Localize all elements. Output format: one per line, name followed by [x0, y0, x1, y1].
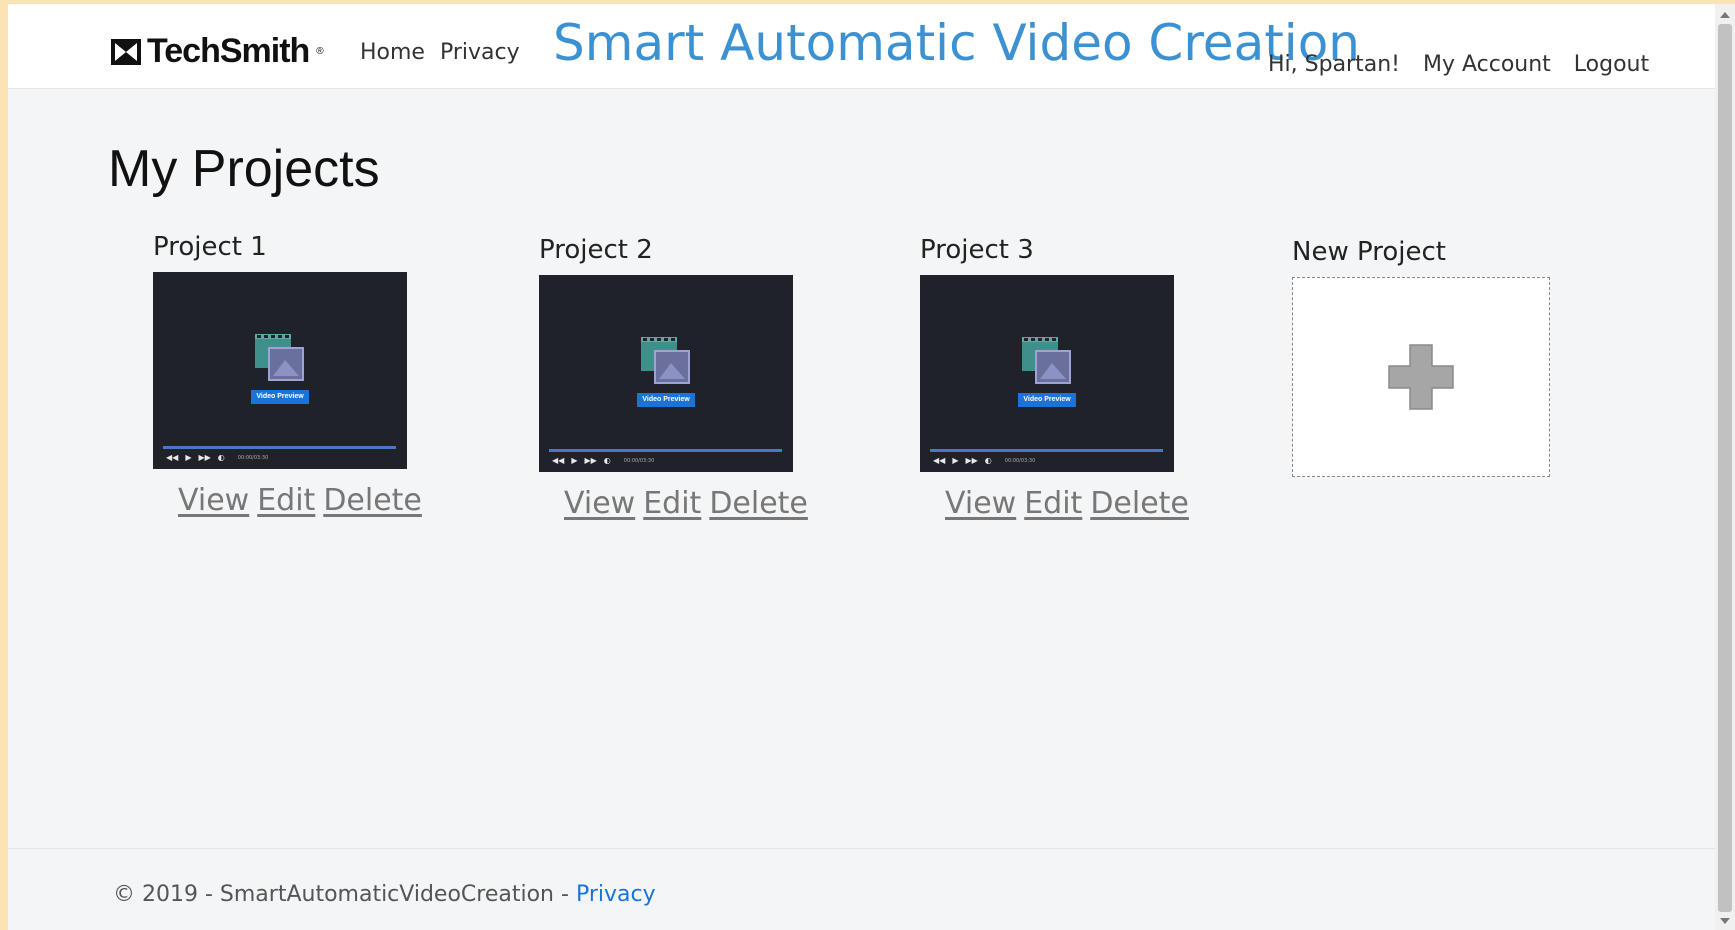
edit-project-link[interactable]: Edit: [643, 486, 701, 521]
site-title: Smart Automatic Video Creation: [553, 14, 1360, 72]
project-actions: View Edit Delete: [539, 486, 808, 521]
footer-copyright: © 2019 - SmartAutomaticVideoCreation -: [113, 882, 576, 907]
volume-icon[interactable]: ◐: [985, 456, 992, 465]
my-account-link[interactable]: My Account: [1423, 52, 1551, 92]
top-navbar: TechSmith ® Home Privacy Smart Automatic …: [8, 4, 1715, 89]
new-project-card: New Project: [1292, 237, 1552, 477]
video-controls: ◀◀ ▶ ▶▶ ◐ 00:00/03:30: [552, 456, 654, 465]
edit-project-link[interactable]: Edit: [257, 483, 315, 518]
nav-home-link[interactable]: Home: [360, 40, 425, 65]
volume-icon[interactable]: ◐: [604, 456, 611, 465]
rewind-icon[interactable]: ◀◀: [933, 456, 945, 465]
view-project-link[interactable]: View: [945, 486, 1016, 521]
fast-forward-icon[interactable]: ▶▶: [198, 453, 210, 462]
video-time: 00:00/03:30: [1004, 457, 1036, 464]
video-preview-button[interactable]: Video Preview: [251, 390, 309, 404]
film-image-icon: [1022, 337, 1071, 384]
plus-icon: [1388, 344, 1454, 410]
fast-forward-icon[interactable]: ▶▶: [965, 456, 977, 465]
scroll-up-arrow-icon[interactable]: [1720, 12, 1730, 18]
video-preview-button[interactable]: Video Preview: [1018, 393, 1076, 407]
registered-mark: ®: [316, 46, 323, 57]
delete-project-link[interactable]: Delete: [323, 483, 422, 518]
scrollbar-thumb[interactable]: [1718, 24, 1732, 912]
page-title: My Projects: [108, 140, 380, 198]
browser-viewport: TechSmith ® Home Privacy Smart Automatic …: [8, 4, 1715, 930]
project-title: Project 2: [539, 235, 653, 265]
footer: © 2019 - SmartAutomaticVideoCreation - P…: [113, 882, 656, 907]
view-project-link[interactable]: View: [564, 486, 635, 521]
new-project-title: New Project: [1292, 237, 1446, 267]
user-greeting-link[interactable]: Hi, Spartan!: [1268, 52, 1400, 92]
play-icon[interactable]: ▶: [571, 456, 577, 465]
techsmith-logo-icon: [111, 38, 141, 65]
video-progress-bar[interactable]: [930, 449, 1163, 452]
play-icon[interactable]: ▶: [952, 456, 958, 465]
nav-privacy-link[interactable]: Privacy: [440, 40, 520, 65]
video-thumbnail[interactable]: Video Preview ◀◀ ▶ ▶▶ ◐ 00:00/03:30: [920, 275, 1174, 472]
video-thumbnail[interactable]: Video Preview ◀◀ ▶ ▶▶ ◐ 00:00/03:30: [153, 272, 407, 469]
rewind-icon[interactable]: ◀◀: [552, 456, 564, 465]
play-icon[interactable]: ▶: [185, 453, 191, 462]
project-card: Project 2 Video Preview ◀◀ ▶ ▶▶ ◐ 00:00/…: [539, 235, 808, 521]
footer-privacy-link[interactable]: Privacy: [576, 882, 656, 907]
new-project-button[interactable]: [1292, 277, 1550, 477]
view-project-link[interactable]: View: [178, 483, 249, 518]
fast-forward-icon[interactable]: ▶▶: [584, 456, 596, 465]
volume-icon[interactable]: ◐: [218, 453, 225, 462]
user-menu: Hi, Spartan! My Account Logout: [1268, 52, 1672, 92]
techsmith-logo[interactable]: TechSmith ®: [111, 32, 324, 71]
vertical-scrollbar[interactable]: [1715, 4, 1735, 930]
project-title: Project 3: [920, 235, 1034, 265]
video-controls: ◀◀ ▶ ▶▶ ◐ 00:00/03:30: [933, 456, 1035, 465]
project-title: Project 1: [153, 232, 267, 262]
project-card: Project 3 Video Preview ◀◀ ▶ ▶▶ ◐ 00:00/…: [920, 235, 1189, 521]
video-progress-bar[interactable]: [549, 449, 782, 452]
footer-divider: [8, 848, 1715, 849]
project-card: Project 1 Video Preview ◀◀ ▶ ▶▶ ◐ 00:00/…: [153, 232, 422, 518]
video-time: 00:00/03:30: [623, 457, 655, 464]
rewind-icon[interactable]: ◀◀: [166, 453, 178, 462]
delete-project-link[interactable]: Delete: [1090, 486, 1189, 521]
brand-name: TechSmith: [147, 32, 310, 70]
delete-project-link[interactable]: Delete: [709, 486, 808, 521]
edit-project-link[interactable]: Edit: [1024, 486, 1082, 521]
scroll-down-arrow-icon[interactable]: [1720, 918, 1730, 924]
video-preview-button[interactable]: Video Preview: [637, 393, 695, 407]
video-time: 00:00/03:30: [237, 454, 269, 461]
video-progress-bar[interactable]: [163, 446, 396, 449]
video-controls: ◀◀ ▶ ▶▶ ◐ 00:00/03:30: [166, 453, 268, 462]
film-image-icon: [255, 334, 304, 381]
logout-link[interactable]: Logout: [1574, 52, 1649, 92]
project-actions: View Edit Delete: [153, 483, 422, 518]
project-actions: View Edit Delete: [920, 486, 1189, 521]
film-image-icon: [641, 337, 690, 384]
video-thumbnail[interactable]: Video Preview ◀◀ ▶ ▶▶ ◐ 00:00/03:30: [539, 275, 793, 472]
